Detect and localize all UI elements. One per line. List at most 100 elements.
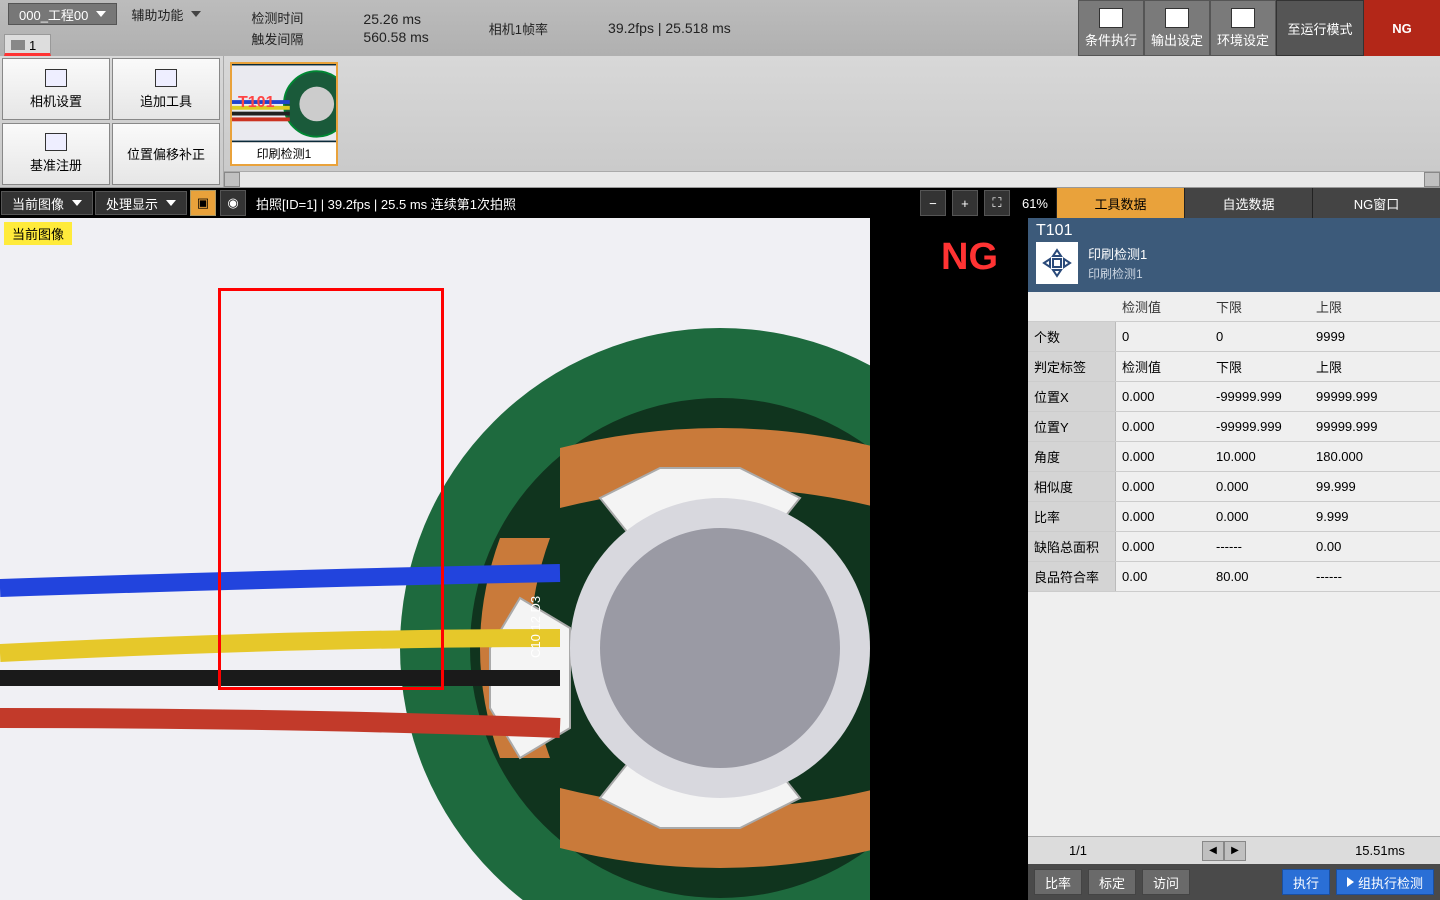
table-row[interactable]: 相似度 0.000 0.000 99.999	[1028, 472, 1440, 502]
group-execute-button[interactable]: 组执行检测	[1336, 869, 1434, 895]
col-high: 上限	[1310, 297, 1410, 316]
output-settings-button[interactable]: 输出设定	[1144, 0, 1210, 56]
workspace-tab-1[interactable]: 1	[4, 34, 51, 56]
row-low: 下限	[1210, 357, 1310, 376]
run-mode-button[interactable]: 至运行模式	[1276, 0, 1364, 56]
thumbnail-overlay: T101	[232, 64, 336, 142]
visit-button[interactable]: 访问	[1142, 869, 1190, 895]
panel-footer: 比率 标定 访问 执行 组执行检测	[1028, 864, 1440, 900]
chevron-down-icon	[166, 200, 176, 206]
env-settings-button[interactable]: 环境设定	[1210, 0, 1276, 56]
tab-custom-data[interactable]: 自选数据	[1184, 188, 1312, 218]
row-value: 0	[1116, 329, 1210, 344]
col-low: 下限	[1210, 297, 1310, 316]
row-value: 0.000	[1116, 509, 1210, 524]
add-tool-label: 追加工具	[140, 91, 192, 110]
aux-dropdown[interactable]: 辅助功能	[121, 3, 211, 25]
camera-icon	[11, 40, 25, 50]
image-source-dropdown[interactable]: 当前图像	[1, 191, 93, 215]
trigger-interval-label: 触发间隔	[251, 29, 303, 48]
col-value: 检测值	[1116, 297, 1210, 316]
overlay-icon: ▣	[197, 195, 209, 211]
image-viewer[interactable]: 当前图像 NG	[0, 218, 1028, 900]
scroll-right-icon[interactable]	[1424, 172, 1440, 187]
fit-button[interactable]: ⛶	[984, 190, 1010, 216]
header-buttons: 条件执行 输出设定 环境设定 至运行模式 NG	[1078, 0, 1440, 56]
row-low: -99999.999	[1210, 419, 1310, 434]
scroll-left-icon[interactable]	[224, 172, 240, 187]
row-label: 个数	[1028, 322, 1116, 351]
add-tool-button[interactable]: 追加工具	[112, 58, 220, 120]
calibrate-label: 标定	[1099, 873, 1125, 892]
run-mode-label: 至运行模式	[1287, 19, 1352, 38]
table-row[interactable]: 判定标签 检测值 下限 上限	[1028, 352, 1440, 382]
header-tabrow: 1	[0, 28, 211, 56]
tab-tool-data[interactable]: 工具数据	[1056, 188, 1184, 218]
row-value: 0.000	[1116, 419, 1210, 434]
prev-button[interactable]: ◀	[1202, 841, 1224, 861]
row-value: 检测值	[1116, 357, 1210, 376]
execute-label: 执行	[1293, 873, 1319, 892]
row-low: 80.00	[1210, 569, 1310, 584]
table-row[interactable]: 位置X 0.000 -99999.999 99999.999	[1028, 382, 1440, 412]
row-high: 180.000	[1310, 449, 1410, 464]
camera-icon	[45, 69, 67, 87]
row-high: ------	[1310, 569, 1410, 584]
zoom-level: 61%	[1014, 196, 1056, 211]
table-row[interactable]: 良品符合率 0.00 80.00 ------	[1028, 562, 1440, 592]
capture-icon: ◉	[227, 195, 238, 211]
project-dropdown[interactable]: 000_工程00	[8, 3, 117, 25]
thumbnail-scrollbar[interactable]	[224, 171, 1440, 187]
zoom-controls: − + ⛶ 61%	[918, 190, 1056, 216]
table-row[interactable]: 角度 0.000 10.000 180.000	[1028, 442, 1440, 472]
tab-ng-window[interactable]: NG窗口	[1312, 188, 1440, 218]
header-dropdowns: 000_工程00 辅助功能	[0, 0, 211, 28]
row-label: 位置X	[1028, 382, 1116, 411]
table-row[interactable]: 位置Y 0.000 -99999.999 99999.999	[1028, 412, 1440, 442]
reference-register-button[interactable]: 基准注册	[2, 123, 110, 185]
camera-settings-label: 相机设置	[30, 91, 82, 110]
table-row[interactable]: 比率 0.000 0.000 9.999	[1028, 502, 1440, 532]
condition-exec-button[interactable]: 条件执行	[1078, 0, 1144, 56]
row-high: 99999.999	[1310, 389, 1410, 404]
capture-button[interactable]: ◉	[220, 190, 246, 216]
page-count: 1/1	[1028, 843, 1128, 858]
execute-button[interactable]: 执行	[1282, 869, 1330, 895]
tool-thumbnail-1[interactable]: T101 印刷检测1	[230, 62, 338, 166]
table-body: 个数 0 0 9999判定标签 检测值 下限 上限位置X 0.000 -9999…	[1028, 322, 1440, 592]
image-source-label: 当前图像	[12, 194, 64, 213]
reference-register-label: 基准注册	[30, 155, 82, 174]
scroll-track[interactable]	[240, 172, 1424, 187]
zoom-out-button[interactable]: −	[920, 190, 946, 216]
next-button[interactable]: ▶	[1224, 841, 1246, 861]
overlay-toggle-button[interactable]: ▣	[190, 190, 216, 216]
row-low: 10.000	[1210, 449, 1310, 464]
table-row[interactable]: 缺陷总面积 0.000 ------ 0.00	[1028, 532, 1440, 562]
chevron-down-icon	[191, 11, 201, 17]
header: 000_工程00 辅助功能 1 检测时间 触发间隔 25.26 ms 560.5…	[0, 0, 1440, 56]
row-value: 0.00	[1116, 569, 1210, 584]
env-label: 环境设定	[1217, 30, 1269, 49]
detect-time-value: 25.26 ms	[363, 11, 428, 27]
display-mode-dropdown[interactable]: 处理显示	[95, 191, 187, 215]
calibrate-button[interactable]: 标定	[1088, 869, 1136, 895]
tool-header-text: 印刷检测1 印刷检测1	[1088, 244, 1147, 282]
visit-label: 访问	[1153, 873, 1179, 892]
toolbar-left: 相机设置 追加工具 基准注册 位置偏移补正	[0, 56, 224, 187]
row-value: 0.000	[1116, 479, 1210, 494]
roi-rectangle[interactable]	[218, 288, 444, 690]
row-low: 0	[1210, 329, 1310, 344]
table-row[interactable]: 个数 0 0 9999	[1028, 322, 1440, 352]
tab-custom-label: 自选数据	[1222, 194, 1274, 213]
panel-pager: 1/1 ◀ ▶ 15.51ms	[1028, 836, 1440, 864]
viewer-bar: 当前图像 处理显示 ▣ ◉ 拍照[ID=1] | 39.2fps | 25.5 …	[0, 188, 1440, 218]
table-header-row: 检测值 下限 上限	[1028, 292, 1440, 322]
row-high: 上限	[1310, 357, 1410, 376]
zoom-in-icon: +	[961, 196, 969, 211]
viewer-tag: 当前图像	[4, 222, 72, 245]
zoom-in-button[interactable]: +	[952, 190, 978, 216]
position-correction-button[interactable]: 位置偏移补正	[112, 123, 220, 185]
detect-time: 检测时间 触发间隔	[251, 8, 303, 48]
camera-settings-button[interactable]: 相机设置	[2, 58, 110, 120]
ratio-button[interactable]: 比率	[1034, 869, 1082, 895]
